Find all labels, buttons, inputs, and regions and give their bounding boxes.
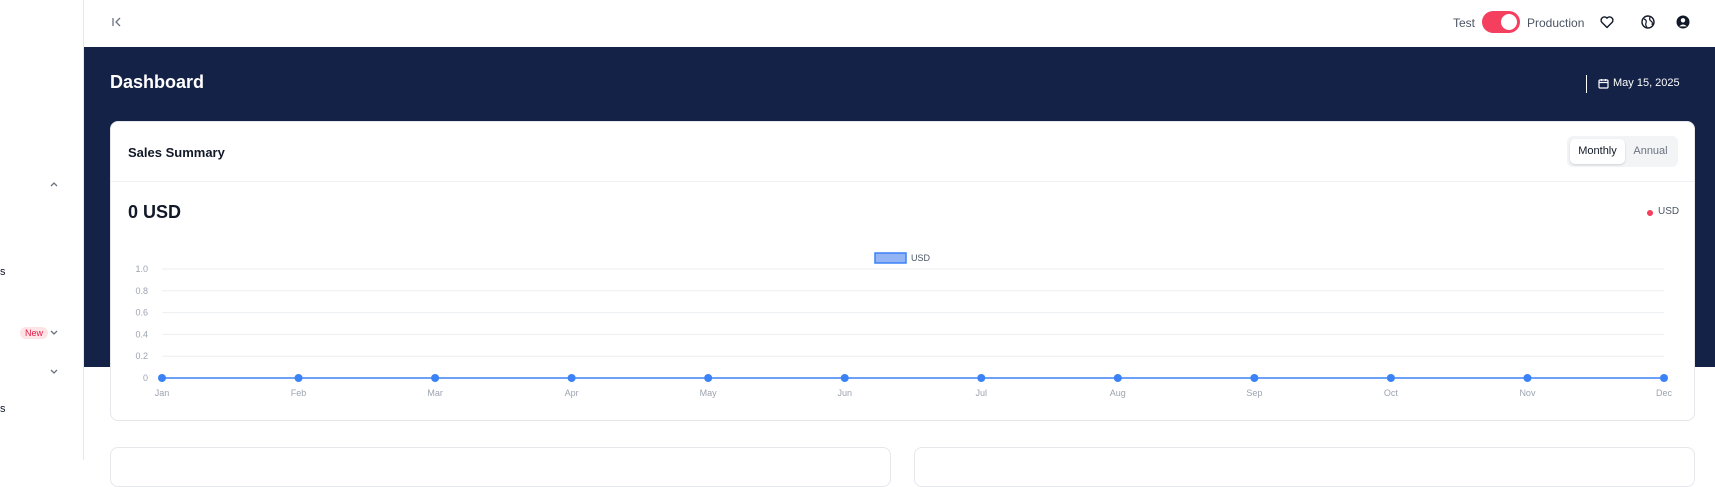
x-tick-label: Sep <box>1246 388 1262 398</box>
data-point <box>1386 374 1395 382</box>
y-tick-label: 0.8 <box>135 286 148 296</box>
legend-swatch <box>874 252 907 264</box>
x-tick-label: Jan <box>155 388 170 398</box>
y-tick-label: 1.0 <box>135 264 148 274</box>
new-badge: New <box>20 327 49 339</box>
sales-total: 0 USD <box>128 202 182 222</box>
current-date[interactable]: May 15, 2025 <box>1613 77 1680 89</box>
x-tick-label: Nov <box>1519 388 1536 398</box>
data-point <box>977 374 986 382</box>
chevron-down-icon[interactable] <box>48 327 60 339</box>
date-divider <box>1586 75 1587 93</box>
x-tick-label: May <box>700 388 718 398</box>
currency-dot <box>1647 210 1653 216</box>
y-tick-label: 0 <box>143 373 148 383</box>
data-point <box>431 374 440 382</box>
data-point <box>1660 374 1668 382</box>
sidebar: s New s <box>0 0 84 460</box>
env-test-label: Test <box>1453 16 1476 30</box>
monthly-tab[interactable]: Monthly <box>1570 139 1625 164</box>
annual-tab[interactable]: Annual <box>1626 139 1675 164</box>
calendar-icon <box>1598 79 1609 89</box>
data-point <box>158 374 166 382</box>
sidebar-item-label[interactable]: s <box>0 403 6 415</box>
data-point <box>1250 374 1259 382</box>
data-point <box>567 374 576 382</box>
data-point <box>294 374 303 382</box>
x-tick-label: Dec <box>1656 388 1673 398</box>
lower-card-right <box>914 447 1695 487</box>
y-tick-label: 0.4 <box>135 329 148 339</box>
x-tick-label: Oct <box>1384 388 1399 398</box>
x-tick-label: Aug <box>1110 388 1126 398</box>
sidebar-item-label[interactable]: s <box>0 266 6 278</box>
card-title: Sales Summary <box>128 145 225 160</box>
card-divider <box>111 181 1694 182</box>
globe-icon[interactable] <box>1640 14 1656 30</box>
chevron-up-icon[interactable] <box>48 178 60 190</box>
env-production-label: Production <box>1527 16 1585 30</box>
data-point <box>1113 374 1122 382</box>
user-icon[interactable] <box>1675 14 1691 30</box>
x-tick-label: Apr <box>565 388 579 398</box>
environment-toggle[interactable] <box>1482 11 1520 33</box>
top-bar: Test Production <box>84 0 1715 47</box>
data-point <box>704 374 713 382</box>
y-tick-label: 0.2 <box>135 351 148 361</box>
y-tick-label: 0.6 <box>135 308 148 318</box>
x-tick-label: Feb <box>291 388 307 398</box>
heart-icon[interactable] <box>1599 14 1615 30</box>
sales-chart: USD 0 0.2 0.4 0.6 0.8 1.0 Jan Feb Mar Apr May Jun Jul… <box>135 252 1673 398</box>
currency-label: USD <box>1658 206 1680 217</box>
period-switch: Monthly Annual <box>1567 136 1678 167</box>
data-point <box>840 374 849 382</box>
chevron-down-icon[interactable] <box>48 366 60 378</box>
legend-label: USD <box>911 253 931 263</box>
x-tick-label: Mar <box>427 388 443 398</box>
x-tick-label: Jun <box>837 388 852 398</box>
page-title: Dashboard <box>110 72 205 92</box>
lower-card-left <box>110 447 891 487</box>
collapse-sidebar-icon[interactable] <box>110 15 124 29</box>
toggle-knob <box>1501 14 1517 30</box>
x-tick-label: Jul <box>976 388 988 398</box>
data-point <box>1523 374 1532 382</box>
